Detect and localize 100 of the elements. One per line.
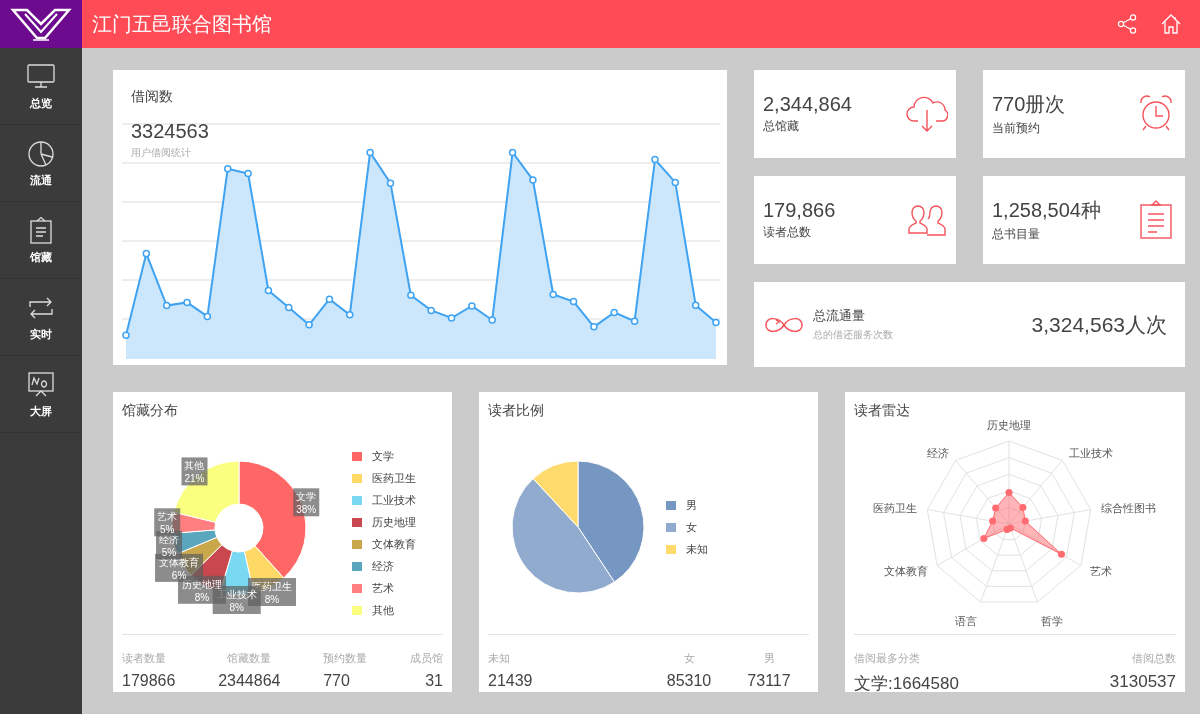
data-label: 8% bbox=[194, 591, 210, 603]
footer-label: 未知 bbox=[488, 651, 511, 666]
data-point bbox=[366, 148, 374, 157]
data-label: 8% bbox=[264, 594, 280, 605]
legend-label: 工业技术 bbox=[372, 493, 416, 508]
data-point bbox=[468, 302, 476, 310]
data-label: 21% bbox=[184, 473, 205, 485]
home-icon[interactable] bbox=[1160, 13, 1182, 35]
data-label: 8% bbox=[229, 601, 245, 613]
axis-label: 艺术 bbox=[1089, 564, 1112, 577]
stat-value: 1,258,504种 bbox=[992, 198, 1101, 223]
axis-label: 历史地理 bbox=[987, 420, 1031, 431]
data-point bbox=[285, 303, 293, 312]
legend-label: 文学 bbox=[372, 449, 394, 464]
data-point bbox=[346, 311, 354, 319]
nav-item[interactable]: 馆藏 bbox=[0, 202, 82, 279]
app-title: 江门五邑联合图书馆 bbox=[92, 11, 272, 37]
legend-label: 历史地理 bbox=[372, 515, 416, 530]
footer-value: 73117 bbox=[746, 672, 792, 690]
data-label: 文学 38% bbox=[293, 488, 320, 517]
nav-item[interactable]: 总览 bbox=[0, 48, 82, 125]
share-icon[interactable] bbox=[1116, 13, 1138, 35]
borrow-count: 3324563 bbox=[131, 120, 209, 143]
data-point bbox=[162, 301, 171, 310]
legend-label: 经济 bbox=[372, 559, 394, 574]
footer-value: 179866 bbox=[122, 672, 176, 690]
stat-value: 179,866 bbox=[763, 199, 836, 222]
footer-value: 2344864 bbox=[218, 672, 281, 690]
footer-label: 预约数量 bbox=[323, 651, 368, 666]
legend-label: 艺术 bbox=[372, 581, 394, 596]
stat-value: 770册次 bbox=[992, 92, 1066, 117]
data-point bbox=[508, 148, 517, 157]
data-label: 其他 21% bbox=[181, 457, 208, 486]
nav-item[interactable]: 大屏 bbox=[0, 356, 82, 433]
footer-value: 3130537 bbox=[1109, 672, 1176, 692]
footer-label: 馆藏数量 bbox=[226, 651, 273, 666]
slice-label: 文学 bbox=[296, 491, 317, 503]
data-point bbox=[549, 290, 557, 299]
data-point bbox=[122, 331, 130, 339]
footer-label: 男 bbox=[762, 651, 776, 666]
footer-label: 成员馆 bbox=[410, 651, 443, 666]
footer-value: 文学:1664580 bbox=[854, 673, 959, 695]
legend-label: 其他 bbox=[372, 603, 394, 618]
monitor-icon bbox=[26, 61, 56, 90]
data-point bbox=[691, 301, 700, 309]
stat-label: 读者总数 bbox=[763, 224, 812, 241]
data-point bbox=[610, 308, 619, 317]
stat-label: 总馆藏 bbox=[763, 118, 800, 135]
data-point bbox=[712, 318, 720, 327]
nav-item[interactable]: 实时 bbox=[0, 279, 82, 356]
card-title: 读者比例 bbox=[488, 402, 545, 420]
legend-label: 男 bbox=[686, 498, 697, 513]
footer-label: 女 bbox=[682, 651, 696, 666]
presentation-board-icon bbox=[26, 369, 56, 398]
legend-label: 女 bbox=[686, 520, 697, 535]
logo-icon bbox=[9, 6, 73, 42]
axis-label: 语言 bbox=[955, 615, 978, 628]
axis-label: 工业技术 bbox=[1068, 446, 1113, 459]
data-point bbox=[244, 169, 252, 178]
data-point bbox=[447, 314, 456, 322]
slice-label: 其他 bbox=[184, 460, 205, 472]
data-point bbox=[305, 321, 313, 329]
card-title: 馆藏分布 bbox=[122, 402, 179, 420]
caption: 用户借阅统计 bbox=[131, 146, 191, 160]
axis-label: 医药卫生 bbox=[873, 501, 918, 514]
data-point bbox=[630, 317, 639, 325]
axis-label: 文体教育 bbox=[884, 564, 929, 577]
stat-label: 总流通量 bbox=[813, 307, 866, 325]
data-point bbox=[651, 155, 659, 164]
card-title: 读者雷达 bbox=[854, 402, 911, 420]
data-point bbox=[264, 286, 273, 295]
axis-label: 哲学 bbox=[1040, 615, 1063, 628]
data-point bbox=[529, 176, 537, 184]
card-title: 借阅数 bbox=[131, 88, 174, 106]
caption: 总的借还服务次数 bbox=[813, 328, 894, 342]
nav-item[interactable]: 流通 bbox=[0, 125, 82, 202]
legend-label: 医药卫生 bbox=[372, 471, 416, 486]
stat-label: 总书目量 bbox=[992, 226, 1041, 243]
data-point bbox=[223, 165, 232, 173]
data-point bbox=[386, 179, 395, 187]
data-point bbox=[671, 178, 680, 187]
axis-label: 经济 bbox=[927, 446, 950, 459]
pie-chart-icon bbox=[26, 138, 56, 167]
stat-label: 当前预约 bbox=[992, 120, 1041, 137]
footer-value: 21439 bbox=[488, 672, 534, 690]
footer-value: 31 bbox=[424, 672, 443, 690]
legend-label: 未知 bbox=[686, 542, 708, 557]
slice-label: 艺术 bbox=[157, 511, 178, 523]
footer-label: 借阅总数 bbox=[1131, 651, 1176, 666]
data-point bbox=[407, 291, 415, 299]
legend-label: 文体教育 bbox=[372, 537, 416, 552]
footer-value: 85310 bbox=[665, 672, 713, 690]
data-point bbox=[183, 298, 191, 307]
data-point bbox=[427, 306, 435, 315]
footer-value: 770 bbox=[323, 672, 351, 690]
data-point bbox=[590, 323, 598, 331]
data-point bbox=[142, 249, 151, 258]
data-point bbox=[203, 312, 212, 321]
data-label: 艺术 5% bbox=[154, 508, 181, 537]
data-point bbox=[488, 316, 496, 324]
